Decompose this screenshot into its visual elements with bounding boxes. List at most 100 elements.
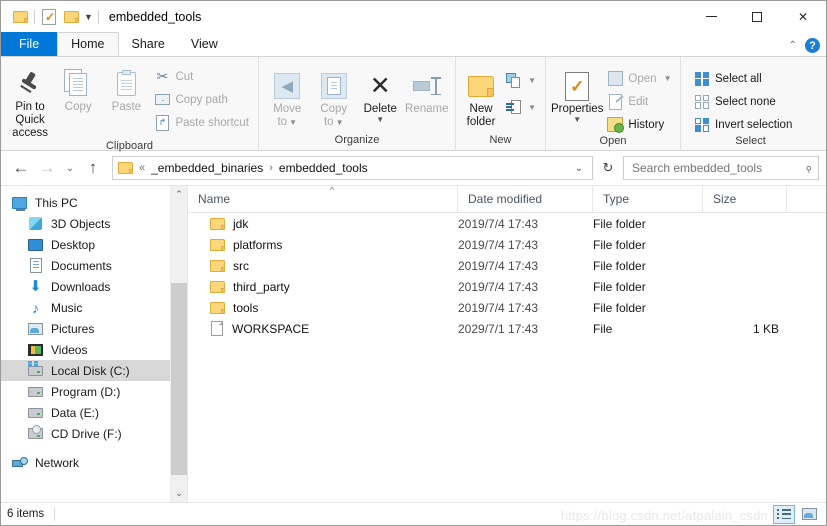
easy-access-caret-icon[interactable]: ▼ — [528, 103, 536, 112]
select-none-button[interactable]: Select none — [690, 91, 796, 112]
tab-share[interactable]: Share — [119, 32, 178, 56]
search-input[interactable] — [630, 160, 805, 176]
qat-new-folder-icon[interactable] — [60, 6, 82, 28]
sidebar-item-documents[interactable]: Documents — [1, 255, 187, 276]
breadcrumb[interactable]: « _embedded_binaries › embedded_tools ⌄ — [112, 156, 593, 180]
sidebar-label: Documents — [51, 258, 112, 273]
tab-file[interactable]: File — [1, 32, 58, 56]
copy-to-button[interactable]: Copy to ▼ — [311, 63, 358, 129]
sidebar-item-videos[interactable]: Videos — [1, 339, 187, 360]
close-button[interactable]: ✕ — [780, 1, 826, 32]
table-row[interactable]: tools 2019/7/4 17:43 File folder — [188, 297, 826, 318]
file-name: WORKSPACE — [232, 321, 310, 336]
up-button[interactable]: ↑ — [80, 155, 106, 181]
details-view-button[interactable] — [773, 504, 795, 524]
qat-folder-icon[interactable] — [9, 6, 31, 28]
sidebar-item-pictures[interactable]: Pictures — [1, 318, 187, 339]
navigation-scrollbar[interactable]: ⌃ ⌄ — [170, 186, 187, 502]
copy-to-label-line1: Copy — [320, 103, 348, 115]
scroll-up-icon[interactable]: ⌃ — [171, 186, 187, 203]
refresh-button[interactable]: ↻ — [597, 156, 619, 180]
table-row[interactable]: src 2019/7/4 17:43 File folder — [188, 255, 826, 276]
table-row[interactable]: jdk 2019/7/4 17:43 File folder — [188, 213, 826, 234]
sidebar-item-this-pc[interactable]: This PC — [1, 192, 187, 213]
forward-button[interactable]: → — [34, 155, 60, 181]
pin-icon — [19, 67, 41, 101]
history-button[interactable]: History — [603, 114, 675, 135]
collapse-ribbon-icon[interactable]: ⌃ — [789, 40, 797, 51]
drive-icon — [27, 383, 44, 400]
delete-icon: ✕ — [369, 71, 391, 100]
invert-selection-button[interactable]: Invert selection — [690, 114, 796, 135]
folder-icon — [210, 217, 225, 230]
edit-icon — [607, 93, 623, 110]
column-header-type[interactable]: Type — [593, 186, 703, 212]
qat-customize-caret-icon[interactable]: ▼ — [82, 12, 95, 22]
table-row[interactable]: third_party 2019/7/4 17:43 File folder — [188, 276, 826, 297]
easy-access-button[interactable]: ▼ — [501, 97, 540, 118]
breadcrumb-separator-1[interactable]: › — [269, 162, 273, 174]
sidebar-item-desktop[interactable]: Desktop — [1, 234, 187, 255]
sidebar-item-local-disk-c[interactable]: Local Disk (C:) — [1, 360, 187, 381]
maximize-button[interactable] — [734, 1, 780, 32]
open-button[interactable]: Open ▼ — [603, 68, 675, 89]
scrollbar-thumb[interactable] — [171, 283, 187, 475]
sidebar-item-downloads[interactable]: ⬇ Downloads — [1, 276, 187, 297]
delete-caret-icon[interactable]: ▼ — [376, 116, 384, 124]
tab-view[interactable]: View — [178, 32, 231, 56]
move-to-caret-icon[interactable]: ▼ — [289, 118, 297, 127]
sidebar-item-3d-objects[interactable]: 3D Objects — [1, 213, 187, 234]
sidebar-item-cd-drive-f[interactable]: CD Drive (F:) — [1, 423, 187, 444]
minimize-button[interactable] — [688, 1, 734, 32]
copy-button[interactable]: Copy — [54, 61, 102, 114]
breadcrumb-item-2[interactable]: embedded_tools — [279, 161, 368, 175]
qat-properties-icon[interactable]: ✓ — [38, 6, 60, 28]
delete-button[interactable]: ✕ Delete ▼ — [357, 63, 404, 124]
recent-locations-button[interactable]: ⌄ — [60, 155, 80, 181]
move-to-button[interactable]: ◀ Move to ▼ — [264, 63, 311, 129]
copy-to-caret-icon[interactable]: ▼ — [336, 118, 344, 127]
cut-button[interactable]: ✂ Cut — [150, 66, 253, 87]
edit-button[interactable]: Edit — [603, 91, 675, 112]
column-header-size[interactable]: Size — [703, 186, 787, 212]
column-header-name[interactable]: Name ^ — [188, 185, 458, 212]
cell-type: File folder — [593, 300, 646, 315]
history-icon — [607, 117, 625, 133]
column-header-date-modified[interactable]: Date modified — [458, 186, 593, 212]
properties-button[interactable]: ✓ Properties ▼ — [551, 63, 603, 124]
window-title: embedded_tools — [108, 9, 202, 24]
sidebar-item-music[interactable]: ♪ Music — [1, 297, 187, 318]
breadcrumb-item-1[interactable]: _embedded_binaries — [151, 161, 263, 175]
new-folder-button[interactable]: New folder — [461, 63, 501, 129]
tab-home[interactable]: Home — [57, 32, 119, 56]
new-item-caret-icon[interactable]: ▼ — [528, 76, 536, 85]
pin-to-quick-access-button[interactable]: Pin to Quick access — [6, 61, 54, 140]
sidebar-item-program-d[interactable]: Program (D:) — [1, 381, 187, 402]
copy-path-button[interactable]: ... Copy path — [150, 89, 253, 110]
sidebar-item-network[interactable]: Network — [1, 452, 187, 473]
open-caret-icon[interactable]: ▼ — [664, 74, 672, 83]
table-row[interactable]: platforms 2019/7/4 17:43 File folder — [188, 234, 826, 255]
navigation-pane: This PC 3D Objects Desktop Documents ⬇ D… — [1, 186, 187, 502]
cell-name: WORKSPACE — [188, 318, 458, 339]
cell-type: File folder — [593, 237, 646, 252]
properties-caret-icon[interactable]: ▼ — [573, 116, 581, 124]
sidebar-label: Data (E:) — [51, 405, 100, 420]
scroll-down-icon[interactable]: ⌄ — [171, 485, 187, 502]
help-icon[interactable]: ? — [805, 38, 820, 53]
search-box[interactable]: ⌕ — [623, 156, 819, 180]
new-item-button[interactable]: ▼ — [501, 70, 540, 91]
paste-shortcut-button[interactable]: ↱ Paste shortcut — [150, 112, 253, 133]
back-button[interactable]: ← — [8, 155, 34, 181]
large-icons-view-button[interactable] — [798, 505, 820, 524]
rename-button[interactable]: Rename — [404, 63, 451, 116]
new-folder-icon — [468, 69, 495, 103]
select-all-button[interactable]: Select all — [690, 68, 796, 89]
breadcrumb-overflow-icon[interactable]: « — [139, 162, 145, 174]
cut-label: Cut — [175, 70, 194, 83]
paste-button[interactable]: Paste — [102, 61, 150, 114]
breadcrumb-dropdown-icon[interactable]: ⌄ — [571, 163, 587, 174]
table-row[interactable]: WORKSPACE 2029/7/1 17:43 File 1 KB — [188, 318, 826, 339]
sort-ascending-icon: ^ — [330, 185, 335, 195]
sidebar-item-data-e[interactable]: Data (E:) — [1, 402, 187, 423]
